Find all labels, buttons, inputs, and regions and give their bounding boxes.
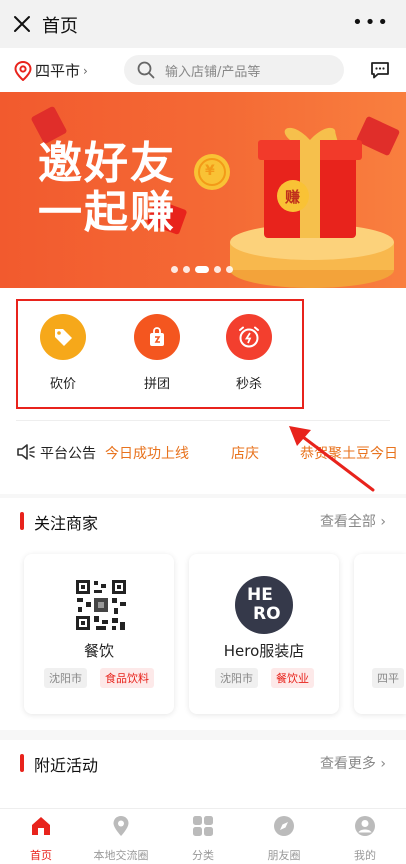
section-title: 附近活动 — [34, 756, 99, 775]
banner-headline-line2: 一起赚 — [38, 187, 176, 238]
search-icon — [137, 61, 155, 79]
pagination-dot[interactable] — [214, 266, 221, 273]
quick-action-label: 秒杀 — [235, 377, 262, 392]
alarm-clock-icon — [226, 314, 272, 360]
banner-pagination[interactable] — [171, 266, 233, 273]
search-row: 四平市 › 输入店铺/产品等 — [0, 48, 406, 92]
pagination-dot-active[interactable] — [195, 266, 209, 273]
section-accent-bar — [20, 512, 24, 530]
compass-icon — [274, 816, 294, 836]
section-header: 附近活动 查看更多 › — [0, 740, 406, 780]
featured-shops-section: 关注商家 查看全部 › 餐饮 沈阳市 食品饮料 HE RO Hero服装店 沈阳… — [0, 498, 406, 730]
banner-headline-line1: 邀好友 — [38, 138, 176, 189]
tab-local-circle[interactable]: 本地交流圈 — [81, 815, 161, 863]
more-menu-button[interactable]: ••• — [352, 14, 390, 32]
chevron-right-icon: › — [83, 63, 88, 78]
pagination-dot[interactable] — [183, 266, 190, 273]
quick-action-group-buy[interactable]: 拼团 — [127, 314, 187, 392]
tab-categories[interactable]: 分类 — [163, 815, 243, 863]
page-title: 首页 — [42, 16, 78, 37]
view-more-link[interactable]: 查看更多 › — [320, 753, 386, 773]
shop-card[interactable]: 四平 — [354, 554, 406, 714]
shop-card[interactable]: HE RO Hero服装店 沈阳市 餐饮业 — [189, 554, 339, 714]
announcement-item[interactable]: 今日成功上线 — [105, 443, 189, 463]
gift-label: 赚 — [285, 188, 301, 206]
qr-code-logo — [74, 578, 128, 632]
shop-tag: 餐饮业 — [271, 668, 314, 688]
tab-home[interactable]: 首页 — [1, 815, 81, 863]
coin-symbol: ¥ — [205, 163, 215, 179]
search-input[interactable]: 输入店铺/产品等 — [124, 55, 344, 85]
shop-name: Hero服装店 — [223, 642, 305, 660]
tab-label: 朋友圈 — [267, 849, 301, 862]
grid-icon — [193, 816, 213, 836]
quick-action-bargain[interactable]: 砍价 — [33, 314, 93, 392]
section-header: 关注商家 查看全部 › — [0, 498, 406, 538]
nearby-activities-section: 附近活动 查看更多 › — [0, 740, 406, 808]
search-placeholder: 输入店铺/产品等 — [165, 64, 261, 80]
pagination-dot[interactable] — [226, 266, 233, 273]
message-icon[interactable] — [370, 61, 390, 79]
shopping-bag-icon — [134, 314, 180, 360]
quick-action-label: 拼团 — [143, 377, 170, 392]
shop-card[interactable]: 餐饮 沈阳市 食品饮料 — [24, 554, 174, 714]
quick-action-flash-sale[interactable]: 秒杀 — [219, 314, 279, 392]
speaker-icon — [17, 444, 35, 460]
tab-friends[interactable]: 朋友圈 — [244, 815, 324, 863]
view-all-link[interactable]: 查看全部 › — [320, 511, 386, 531]
bottom-tab-bar: 首页 本地交流圈 分类 朋友圈 我的 — [0, 808, 406, 864]
shop-tag: 沈阳市 — [215, 668, 258, 688]
tab-label: 本地交流圈 — [93, 849, 149, 862]
tab-label: 我的 — [354, 849, 376, 862]
tab-label: 首页 — [30, 849, 52, 862]
tab-profile[interactable]: 我的 — [325, 815, 405, 863]
location-selector[interactable]: 四平市 › — [14, 60, 88, 81]
tab-label: 分类 — [192, 849, 214, 862]
user-icon — [355, 816, 375, 836]
section-title: 关注商家 — [34, 514, 99, 533]
quick-actions: 砍价 拼团 秒杀 — [0, 288, 406, 410]
annotation-arrow — [289, 426, 375, 492]
shop-name: 餐饮 — [83, 642, 114, 660]
quick-action-label: 砍价 — [49, 377, 76, 392]
hero-logo-text-top: HE — [247, 585, 273, 605]
location-pin-icon — [113, 816, 129, 836]
home-icon — [32, 817, 50, 835]
city-label: 四平市 — [35, 62, 81, 80]
shop-tag: 四平 — [372, 668, 404, 688]
pagination-dot[interactable] — [171, 266, 178, 273]
announcement-label: 平台公告 — [40, 446, 96, 462]
location-pin-icon — [14, 60, 32, 81]
title-bar: 首页 ••• — [0, 0, 406, 48]
shop-tag: 食品饮料 — [100, 668, 154, 688]
shop-tag: 沈阳市 — [44, 668, 87, 688]
hero-logo-text-bottom: RO — [253, 604, 281, 624]
section-accent-bar — [20, 754, 24, 772]
close-icon[interactable] — [10, 12, 34, 36]
price-tag-icon — [40, 314, 86, 360]
promo-banner[interactable]: 邀好友 一起赚 ¥ 赚 — [0, 92, 406, 288]
announcement-item[interactable]: 店庆 — [231, 443, 259, 463]
